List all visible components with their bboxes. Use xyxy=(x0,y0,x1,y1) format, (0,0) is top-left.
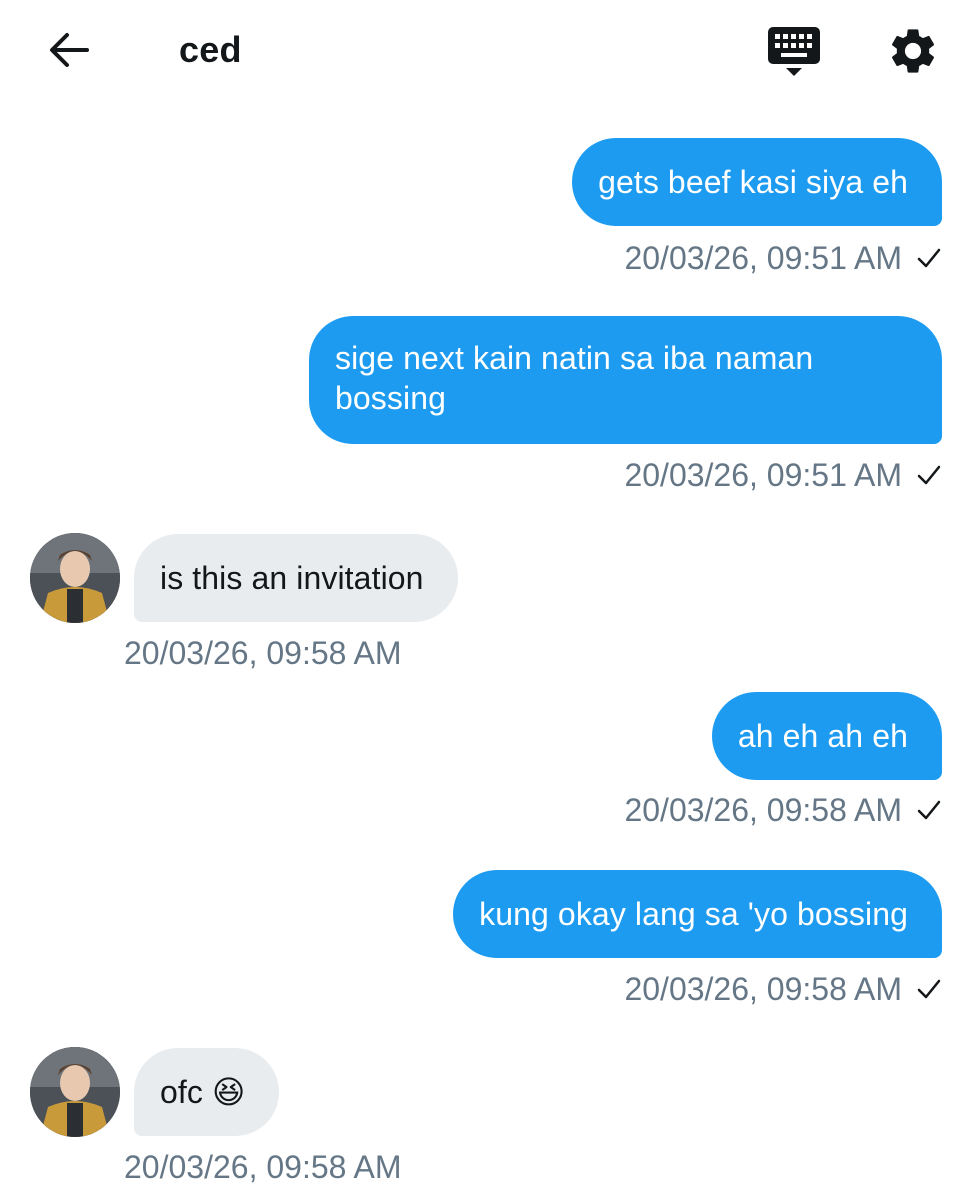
message-timestamp: 20/03/26, 09:51 AM xyxy=(624,238,942,278)
back-button[interactable] xyxy=(44,26,94,74)
conversation-title: ced xyxy=(179,29,242,70)
message-timestamp: 20/03/26, 09:58 AM xyxy=(624,969,942,1009)
outgoing-message-bubble[interactable]: kung okay lang sa 'yo bossing xyxy=(453,870,942,958)
outgoing-message-bubble[interactable]: gets beef kasi siya eh xyxy=(572,138,942,226)
settings-button[interactable] xyxy=(886,24,940,78)
conversation-header: ced xyxy=(0,0,972,100)
timestamp-text: 20/03/26, 09:58 AM xyxy=(624,971,902,1007)
outgoing-message-bubble[interactable]: ah eh ah eh xyxy=(711,692,942,780)
message-timestamp: 20/03/26, 09:51 AM xyxy=(624,455,942,495)
message-timestamp: 20/03/26, 09:58 AM xyxy=(624,790,942,830)
keyboard-icon xyxy=(768,27,820,76)
timestamp-text: 20/03/26, 09:51 AM xyxy=(624,457,902,493)
check-icon xyxy=(916,464,942,486)
arrow-left-icon xyxy=(50,33,89,67)
incoming-message-bubble[interactable]: is this an invitation xyxy=(134,534,458,622)
timestamp-text: 20/03/26, 09:51 AM xyxy=(624,240,902,276)
outgoing-message-bubble[interactable]: sige next kain natin sa iba naman bossin… xyxy=(309,316,942,444)
check-icon xyxy=(916,978,942,1000)
gear-icon xyxy=(891,29,935,73)
message-timestamp: 20/03/26, 09:58 AM xyxy=(124,1149,402,1185)
check-icon xyxy=(916,799,942,821)
contact-avatar[interactable] xyxy=(30,1047,120,1137)
timestamp-text: 20/03/26, 09:58 AM xyxy=(624,792,902,828)
keyboard-button[interactable] xyxy=(766,24,822,80)
incoming-message-bubble[interactable]: ofc 😆 xyxy=(134,1048,280,1136)
contact-avatar[interactable] xyxy=(30,533,120,623)
message-timestamp: 20/03/26, 09:58 AM xyxy=(124,635,402,671)
check-icon xyxy=(916,247,942,269)
